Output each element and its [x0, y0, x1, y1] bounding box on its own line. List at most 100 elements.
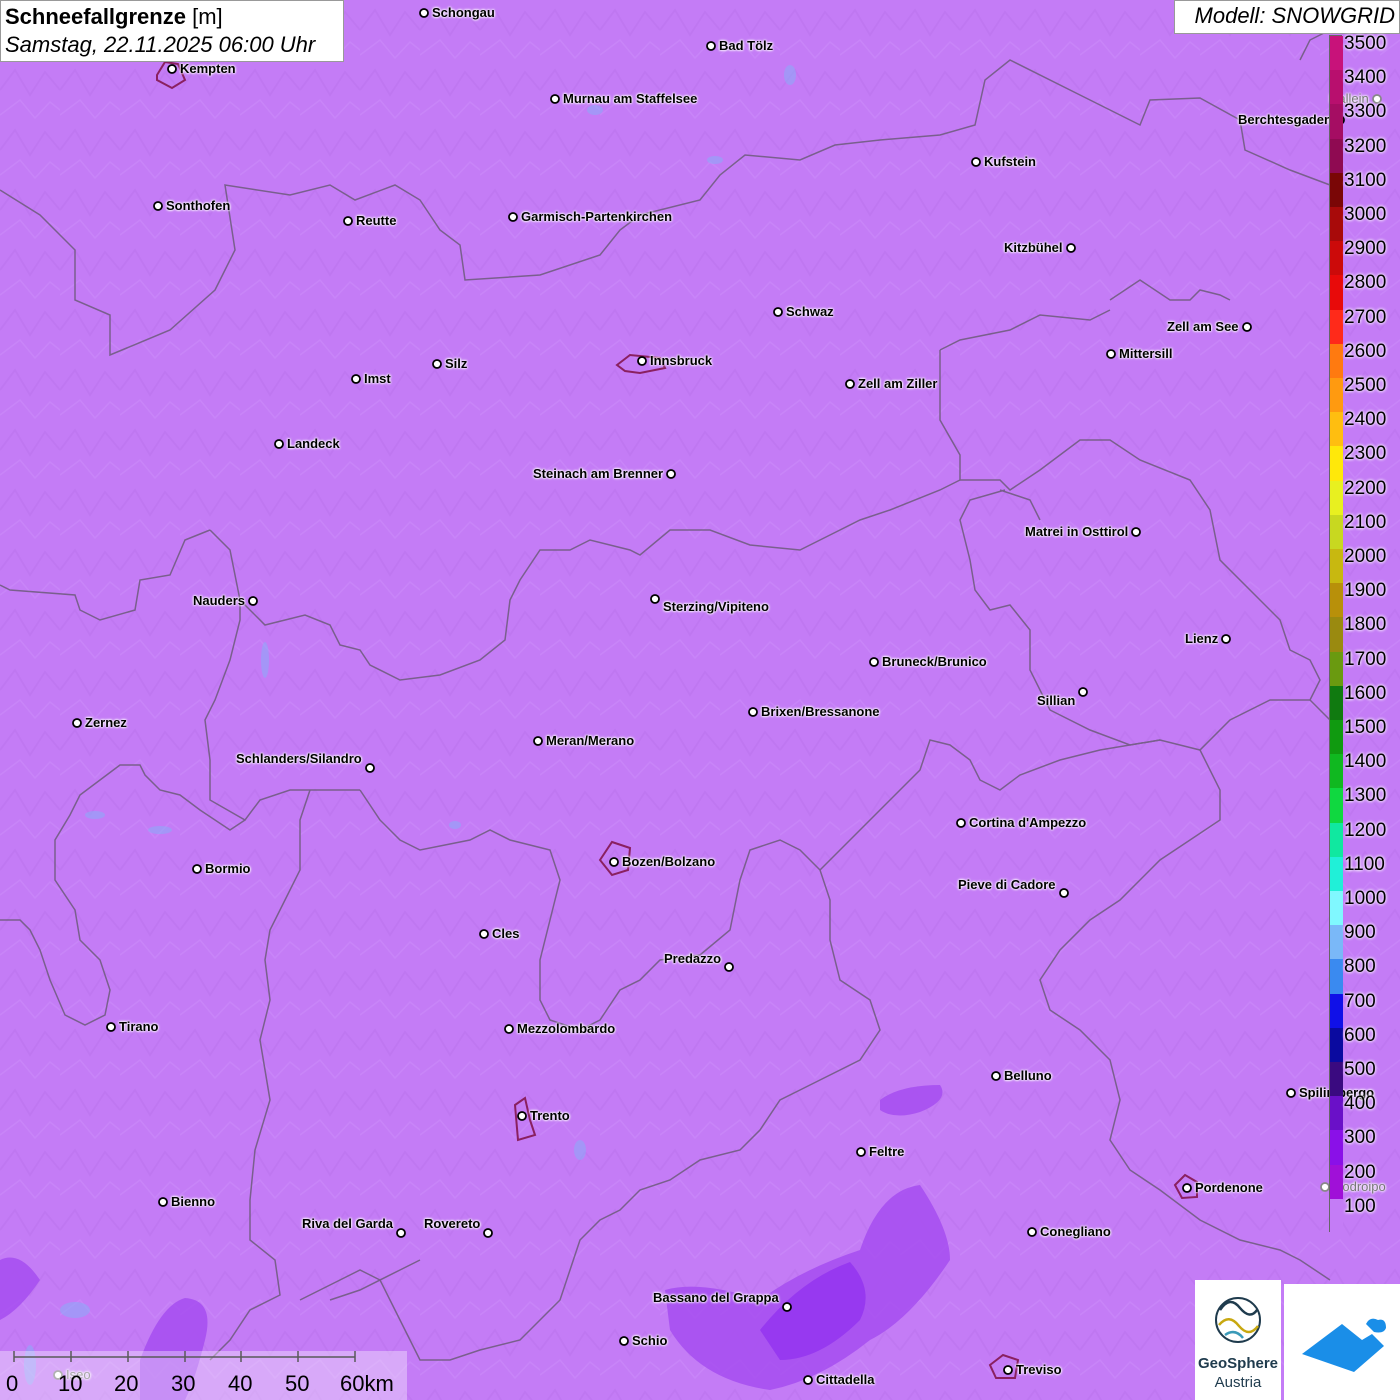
- legend-label-1400: 1400: [1344, 751, 1387, 773]
- city-marker-tirano: [106, 1022, 116, 1032]
- city-marker-sterzing-vipiteno: [650, 594, 660, 604]
- legend-label-1200: 1200: [1344, 819, 1387, 841]
- logo-text-line2: Austria: [1214, 1374, 1262, 1391]
- city-label-mittersill: Mittersill: [1119, 346, 1173, 361]
- legend-label-1600: 1600: [1344, 682, 1387, 704]
- legend-swatch-700: [1330, 993, 1343, 1029]
- legend-label-2500: 2500: [1344, 375, 1387, 396]
- city-label-landeck: Landeck: [287, 436, 340, 451]
- city-label-zell-am-see: Zell am See: [1167, 319, 1239, 334]
- city-label-silz: Silz: [445, 356, 468, 371]
- scale-label-50: 50: [285, 1371, 310, 1396]
- city-marker-innsbruck: [637, 356, 647, 366]
- city-marker-zernez: [72, 718, 82, 728]
- legend-swatch-3300: [1330, 104, 1343, 140]
- legend-label-1300: 1300: [1344, 785, 1387, 807]
- legend-label-2300: 2300: [1344, 443, 1387, 465]
- city-marker-trento: [517, 1111, 527, 1121]
- legend-swatch-1200: [1330, 822, 1343, 858]
- model-label: Modell: SNOWGRID: [1174, 0, 1400, 34]
- legend-label-400: 400: [1344, 1093, 1376, 1115]
- map-viewport[interactable]: Schongau Bad Tölz Kempten Murnau am Staffel…: [0, 0, 1400, 1400]
- city-label-kempten: Kempten: [180, 61, 236, 76]
- legend-swatch-200: [1330, 1164, 1343, 1200]
- city-marker-sonthofen: [153, 201, 163, 211]
- legend-label-900: 900: [1344, 922, 1376, 944]
- map-title: Schneefallgrenze [m]: [5, 3, 339, 31]
- legend-swatch-1900: [1330, 583, 1343, 618]
- city-label-imst: Imst: [364, 371, 391, 386]
- city-marker-treviso: [1003, 1365, 1013, 1375]
- legend-swatch-2300: [1330, 446, 1343, 482]
- geosphere-logo-icon: [1215, 1297, 1261, 1343]
- legend-swatch-1000: [1330, 891, 1343, 926]
- legend-swatch-3400: [1330, 70, 1343, 105]
- city-label-rovereto: Rovereto: [424, 1216, 481, 1231]
- city-label-feltre: Feltre: [869, 1144, 905, 1159]
- legend-swatch-1300: [1330, 788, 1343, 824]
- city-marker-conegliano: [1027, 1227, 1037, 1237]
- city-label-mezzolombardo: Mezzolombardo: [517, 1021, 616, 1036]
- forecast-datetime: Samstag, 22.11.2025 06:00 Uhr: [5, 32, 316, 57]
- city-label-belluno: Belluno: [1004, 1068, 1052, 1083]
- city-marker-cortina-d-ampezzo: [956, 818, 966, 828]
- city-marker-kempten: [167, 64, 177, 74]
- city-label-sillian: Sillian: [1037, 693, 1076, 708]
- city-marker-pordenone: [1182, 1183, 1192, 1193]
- legend-swatch-2900: [1330, 241, 1343, 276]
- city-label-bozen-bolzano: Bozen/Bolzano: [622, 854, 716, 869]
- legend-label-3100: 3100: [1344, 169, 1387, 191]
- legend-label-500: 500: [1344, 1059, 1376, 1080]
- city-marker-bormio: [192, 864, 202, 874]
- legend-label-1000: 1000: [1344, 888, 1387, 909]
- city-label-kufstein: Kufstein: [984, 154, 1036, 169]
- city-marker-pieve-di-cadore: [1059, 888, 1069, 898]
- city-marker-brixen-bressanone: [748, 707, 758, 717]
- legend-swatch-800: [1330, 959, 1343, 995]
- scale-label-30: 30: [171, 1371, 196, 1396]
- color-legend: 3500 3400 3300 3200 3100 3000 2900 2800 2700 2600…: [1329, 34, 1400, 1235]
- city-marker-silz: [432, 359, 442, 369]
- city-marker-reutte: [343, 216, 353, 226]
- city-marker-bad-t-lz: [706, 41, 716, 51]
- city-label-garmisch-partenkirchen: Garmisch-Partenkirchen: [521, 209, 673, 224]
- legend-label-300: 300: [1344, 1127, 1376, 1149]
- city-label-zell-am-ziller: Zell am Ziller: [858, 376, 938, 391]
- legend-label-2200: 2200: [1344, 477, 1387, 499]
- weather-app-logo[interactable]: [1284, 1284, 1400, 1400]
- legend-swatch-1700: [1330, 651, 1343, 687]
- city-label-matrei-in-osttirol: Matrei in Osttirol: [1025, 524, 1129, 539]
- legend-swatch-3000: [1330, 207, 1343, 242]
- city-label-predazzo: Predazzo: [664, 951, 722, 966]
- legend-label-2400: 2400: [1344, 409, 1387, 431]
- legend-label-700: 700: [1344, 990, 1376, 1012]
- legend-label-2000: 2000: [1344, 546, 1387, 567]
- legend-swatch-2400: [1330, 412, 1343, 447]
- city-label-schwaz: Schwaz: [786, 304, 834, 319]
- city-label-bad-t-lz: Bad Tölz: [719, 38, 774, 53]
- city-marker-garmisch-partenkirchen: [508, 212, 518, 222]
- city-marker-zell-am-ziller: [845, 379, 855, 389]
- mountain-cloud-icon: [1302, 1318, 1386, 1372]
- scale-label-40: 40: [228, 1371, 253, 1396]
- city-marker-codroipo: [1320, 1182, 1330, 1192]
- city-marker-bienno: [158, 1197, 168, 1207]
- legend-swatch-100: [1330, 1198, 1343, 1234]
- legend-label-200: 200: [1344, 1161, 1376, 1183]
- legend-swatch-600: [1330, 1027, 1343, 1063]
- legend-swatch-2800: [1330, 275, 1343, 311]
- legend-label-3200: 3200: [1344, 135, 1387, 157]
- legend-swatch-1500: [1330, 720, 1343, 755]
- city-label-pieve-di-cadore: Pieve di Cadore: [958, 877, 1056, 892]
- city-marker-mezzolombardo: [504, 1024, 514, 1034]
- legend-swatch-1400: [1330, 754, 1343, 789]
- legend-label-1700: 1700: [1344, 648, 1387, 670]
- legend-label-2800: 2800: [1344, 272, 1387, 294]
- city-label-cles: Cles: [492, 926, 520, 941]
- city-label-treviso: Treviso: [1016, 1362, 1062, 1377]
- legend-label-1500: 1500: [1344, 717, 1387, 738]
- city-marker-kufstein: [971, 157, 981, 167]
- scale-label-60km: 60km: [340, 1371, 394, 1396]
- geosphere-logo[interactable]: GeoSphere Austria: [1195, 1280, 1281, 1400]
- city-marker-lienz: [1221, 634, 1231, 644]
